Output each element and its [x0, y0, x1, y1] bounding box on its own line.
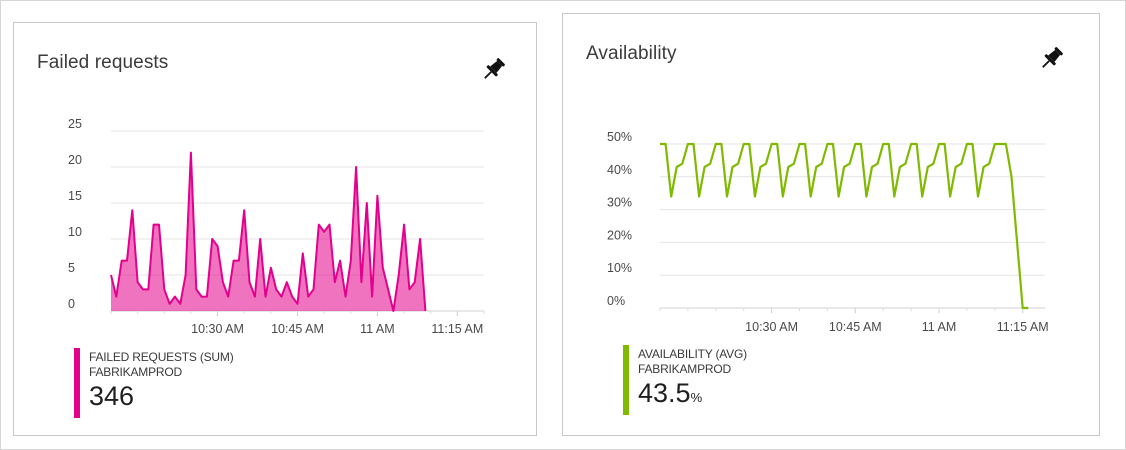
- x-tick-label: 11:15 AM: [997, 320, 1049, 334]
- x-tick-label: 10:45 AM: [271, 322, 324, 336]
- y-tick-label: 0: [68, 297, 75, 311]
- metric-value-number: 346: [89, 381, 135, 411]
- legend-metric-name: AVAILABILITY (AVG): [638, 347, 747, 361]
- legend-color-bar: [74, 348, 80, 418]
- y-tick-label: 20%: [607, 228, 632, 242]
- legend-metric-value: 346: [89, 381, 134, 412]
- failed-requests-tile[interactable]: Failed requests 0 5 10 15 20 25 10:30 AM 10:45 …: [13, 22, 537, 436]
- availability-chart: 0% 10% 20% 30% 40% 50% 10:30 AM 10:45 AM 11 AM 11…: [607, 130, 1049, 334]
- y-tick-label: 20: [68, 153, 82, 167]
- x-tick-label: 10:30 AM: [745, 320, 798, 334]
- y-tick-label: 50%: [607, 130, 632, 144]
- series-line: [660, 142, 1029, 310]
- y-tick-label: 10: [68, 225, 82, 239]
- y-tick-label: 25: [68, 117, 82, 131]
- y-tick-label: 10%: [607, 261, 632, 275]
- legend-metric-name: FAILED REQUESTS (SUM): [89, 350, 234, 364]
- legend-resource-name: FABRIKAMPROD: [89, 365, 182, 379]
- legend-resource-name: FABRIKAMPROD: [638, 362, 731, 376]
- y-tick-label: 30%: [607, 196, 632, 210]
- x-tick-label: 10:45 AM: [829, 320, 882, 334]
- x-tick-label: 11 AM: [922, 320, 957, 334]
- legend-metric-value: 43.5%: [638, 378, 702, 409]
- y-tick-label: 15: [68, 189, 82, 203]
- y-tick-label: 5: [68, 261, 75, 275]
- legend-color-bar: [623, 345, 629, 415]
- metric-value-unit: %: [690, 390, 703, 405]
- failed-requests-chart: 0 5 10 15 20 25 10:30 AM 10:45 AM 11 AM 11:15 AM: [68, 117, 485, 336]
- y-tick-label: 0%: [607, 294, 625, 308]
- x-tick-label: 10:30 AM: [191, 322, 244, 336]
- metric-value-number: 43.5: [638, 378, 691, 408]
- y-tick-label: 40%: [607, 163, 632, 177]
- x-tick-label: 11:15 AM: [431, 322, 483, 336]
- x-tick-label: 11 AM: [360, 322, 395, 336]
- availability-tile[interactable]: Availability 0% 10% 20% 30% 40% 50% 10:30 AM 10…: [562, 13, 1100, 436]
